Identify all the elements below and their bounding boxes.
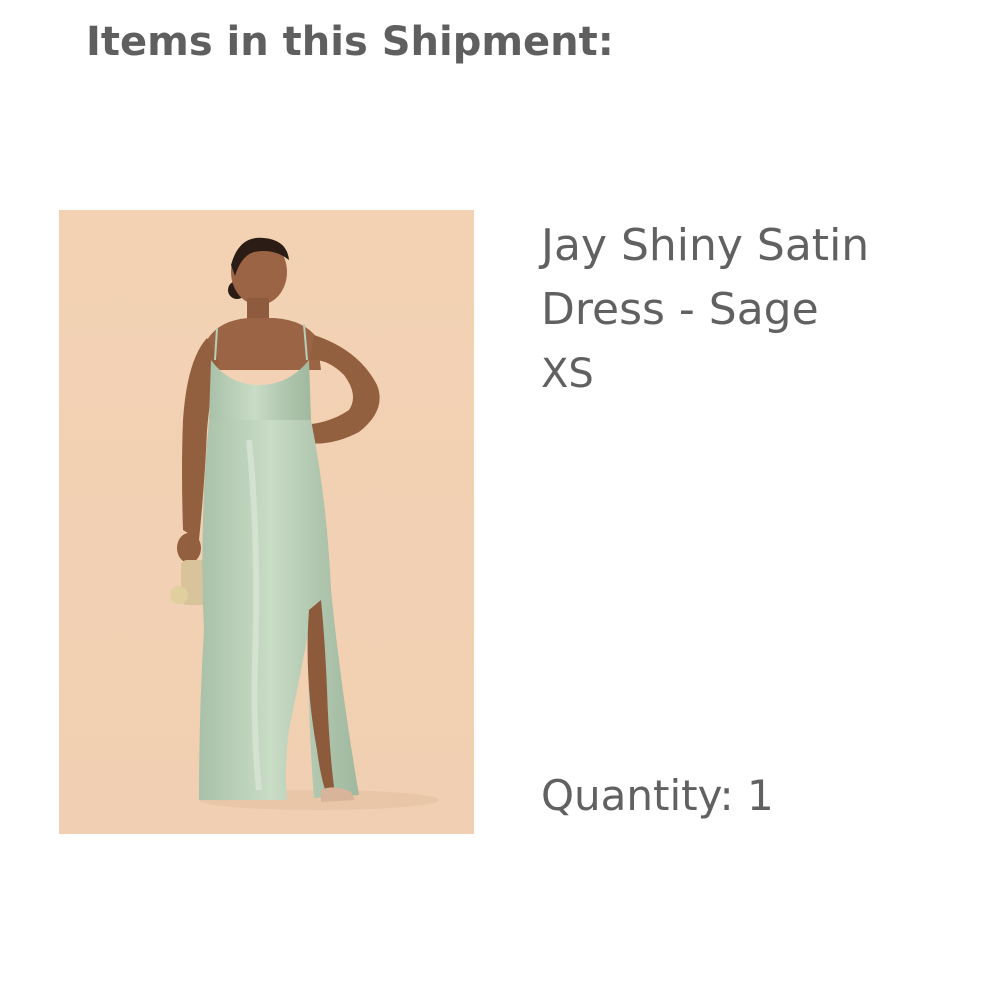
item-quantity: Quantity: 1: [541, 766, 774, 826]
item-size: XS: [541, 351, 594, 397]
quantity-value: 1: [746, 771, 774, 820]
shipment-heading: Items in this Shipment:: [86, 19, 614, 65]
item-name[interactable]: Jay Shiny Satin Dress - Sage: [541, 214, 981, 342]
product-image[interactable]: [59, 210, 474, 834]
item-details: Jay Shiny Satin Dress - Sage XS: [541, 214, 981, 406]
product-photo-icon: [59, 210, 474, 834]
quantity-label: Quantity:: [541, 771, 734, 820]
